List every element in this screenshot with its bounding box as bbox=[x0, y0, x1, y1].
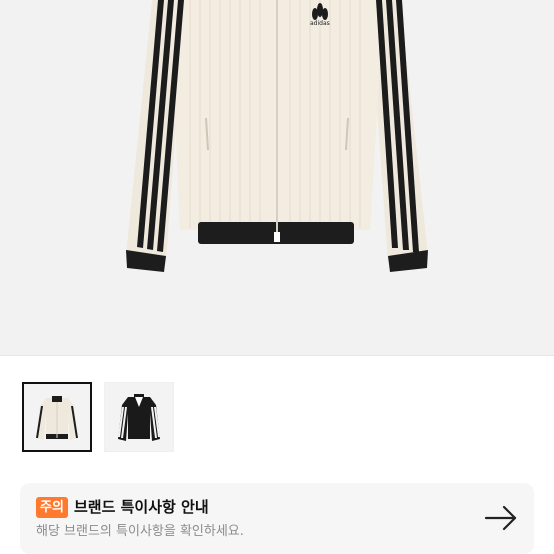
hero-logo-text: adidas bbox=[310, 20, 330, 27]
brand-notice-card[interactable]: 주의 브랜드 특이사항 안내 해당 브랜드의 특이사항을 확인하세요. bbox=[20, 483, 534, 554]
black-jacket-thumb-image bbox=[105, 383, 173, 451]
white-jacket-thumb-image bbox=[24, 384, 90, 450]
caution-badge: 주의 bbox=[36, 497, 68, 518]
section-divider bbox=[0, 355, 554, 356]
notice-description: 해당 브랜드의 특이사항을 확인하세요. bbox=[36, 524, 244, 539]
track-jacket-illustration bbox=[126, 0, 428, 272]
arrow-right-icon[interactable] bbox=[484, 505, 518, 531]
thumbnail-black-jacket[interactable] bbox=[104, 382, 174, 452]
product-main-image[interactable] bbox=[0, 0, 554, 355]
thumbnail-white-jacket[interactable] bbox=[22, 382, 92, 452]
notice-title: 브랜드 특이사항 안내 bbox=[74, 498, 209, 516]
